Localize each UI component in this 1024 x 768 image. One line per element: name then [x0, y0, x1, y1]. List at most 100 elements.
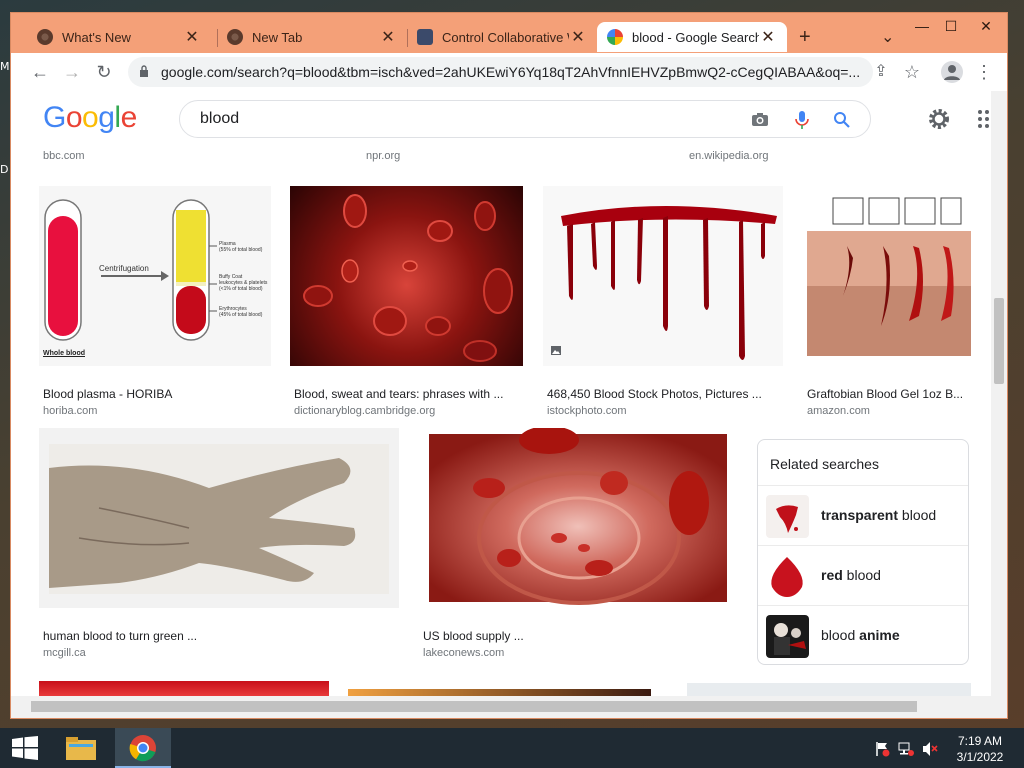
- clock-time: 7:19 AM: [957, 734, 1003, 748]
- result-source[interactable]: horiba.com: [43, 405, 97, 417]
- result-title[interactable]: human blood to turn green ...: [43, 629, 197, 643]
- search-box[interactable]: blood: [179, 100, 871, 138]
- tab-new-tab[interactable]: New Tab ✕: [217, 22, 407, 52]
- logo-letter: o: [82, 101, 99, 134]
- related-search-red-blood[interactable]: red blood: [758, 545, 968, 605]
- chrome-taskbar-button[interactable]: [115, 728, 171, 768]
- minimize-button[interactable]: —: [907, 15, 937, 37]
- windows-logo-icon: [12, 736, 38, 760]
- settings-gear-icon[interactable]: [927, 107, 951, 131]
- tab-close-icon[interactable]: ✕: [759, 27, 777, 47]
- back-button[interactable]: ←: [29, 61, 51, 83]
- image-result-dripping-blood[interactable]: [543, 186, 783, 366]
- result-source[interactable]: en.wikipedia.org: [689, 150, 769, 162]
- tab-control-collaborative[interactable]: Control Collaborative W ✕: [407, 22, 597, 52]
- result-source[interactable]: dictionaryblog.cambridge.org: [294, 405, 435, 417]
- result-title[interactable]: US blood supply ...: [423, 629, 524, 643]
- search-icon[interactable]: [832, 110, 852, 130]
- related-thumbnail: [766, 555, 809, 598]
- erythrocytes-label: Erythrocytes (45% of total blood): [219, 306, 263, 318]
- maximize-button[interactable]: ☐: [936, 15, 966, 37]
- bookmark-star-icon[interactable]: ☆: [902, 62, 922, 82]
- scroll-thumb[interactable]: [31, 701, 917, 712]
- tab-close-icon[interactable]: ✕: [379, 27, 397, 47]
- image-result-blood-supply[interactable]: [419, 428, 739, 608]
- tab-close-icon[interactable]: ✕: [183, 27, 201, 47]
- result-source[interactable]: bbc.com: [43, 150, 85, 162]
- result-title[interactable]: 468,450 Blood Stock Photos, Pictures ...: [547, 387, 762, 401]
- share-icon[interactable]: ⇪: [871, 62, 891, 82]
- google-header: Google blood: [11, 91, 991, 149]
- result-source[interactable]: mcgill.ca: [43, 647, 86, 659]
- folder-icon: [66, 737, 96, 760]
- related-thumbnail: [766, 615, 809, 658]
- horizontal-scrollbar[interactable]: [11, 696, 1007, 718]
- image-result-partial[interactable]: [348, 689, 651, 696]
- related-searches-panel: Related searches transparent blood red b…: [757, 439, 969, 665]
- system-clock[interactable]: 7:19 AM 3/1/2022: [940, 733, 1020, 765]
- lock-icon: [140, 65, 148, 77]
- logo-letter: o: [65, 101, 83, 134]
- chrome-icon: [129, 735, 156, 762]
- windows-taskbar: 7:19 AM 3/1/2022: [0, 728, 1024, 768]
- result-source[interactable]: lakeconews.com: [423, 647, 504, 659]
- reload-button[interactable]: ↻: [93, 61, 115, 83]
- tab-whats-new[interactable]: What's New ✕: [27, 22, 211, 52]
- result-title[interactable]: Blood, sweat and tears: phrases with ...: [294, 387, 503, 401]
- chevron-down-icon: ⌄: [881, 29, 895, 46]
- whole-blood-label: Whole blood: [43, 350, 85, 357]
- related-thumbnail: [766, 495, 809, 538]
- tab-blood-search[interactable]: blood - Google Search ✕: [597, 22, 787, 52]
- image-result-partial[interactable]: [39, 681, 329, 696]
- new-tab-button[interactable]: +: [793, 22, 823, 52]
- image-result-partial[interactable]: [687, 683, 971, 696]
- chrome-menu-button[interactable]: ⋮: [974, 62, 994, 82]
- result-source[interactable]: npr.org: [366, 150, 400, 162]
- camera-icon[interactable]: [750, 110, 770, 130]
- result-source[interactable]: istockphoto.com: [547, 405, 626, 417]
- close-window-button[interactable]: ✕: [971, 15, 1001, 37]
- image-result-green-hand[interactable]: [39, 428, 399, 608]
- search-query[interactable]: blood: [200, 110, 239, 128]
- related-search-label: red blood: [821, 567, 881, 583]
- volume-muted-icon[interactable]: [922, 741, 938, 757]
- forward-button[interactable]: →: [61, 61, 83, 83]
- tab-label: New Tab: [252, 29, 303, 45]
- file-explorer-button[interactable]: [58, 728, 104, 768]
- scroll-thumb[interactable]: [994, 298, 1004, 384]
- related-search-blood-anime[interactable]: blood anime: [758, 605, 968, 665]
- red-blood-cells-image: [303, 194, 513, 362]
- apps-grid-icon[interactable]: [977, 109, 991, 129]
- image-result-horiba[interactable]: Centrifugation Whole blood Plasma (55% of…: [39, 186, 271, 366]
- image-result-red-cells[interactable]: [290, 186, 523, 366]
- tab-strip: What's New ✕ New Tab ✕ Control Collabora…: [11, 13, 1007, 53]
- tab-close-icon[interactable]: ✕: [569, 27, 587, 47]
- profile-avatar[interactable]: [941, 61, 963, 83]
- google-images-page: Google blood bbc.com npr.org en.wikipedi…: [11, 91, 991, 696]
- related-search-label: blood anime: [821, 627, 900, 643]
- network-icon[interactable]: [898, 741, 914, 757]
- logo-letter: G: [43, 101, 66, 134]
- tab-search-button[interactable]: ⌄: [873, 22, 903, 52]
- result-source[interactable]: amazon.com: [807, 405, 870, 417]
- tab-label: blood - Google Search: [632, 29, 759, 45]
- image-badge-icon: [551, 346, 561, 355]
- related-search-transparent-blood[interactable]: transparent blood: [758, 485, 968, 545]
- browser-window: What's New ✕ New Tab ✕ Control Collabora…: [10, 12, 1008, 719]
- action-center-flag-icon[interactable]: [874, 741, 890, 757]
- related-search-label: transparent blood: [821, 507, 937, 523]
- centrifugation-label: Centrifugation: [99, 264, 149, 273]
- image-result-blood-gel[interactable]: [803, 186, 971, 366]
- hand-image: [49, 444, 389, 594]
- result-title[interactable]: Blood plasma - HORIBA: [43, 387, 172, 401]
- related-searches-heading: Related searches: [770, 456, 879, 472]
- start-button[interactable]: [0, 728, 50, 768]
- address-bar[interactable]: google.com/search?q=blood&tbm=isch&ved=2…: [128, 57, 873, 87]
- blood-gel-arm-image: [807, 197, 971, 356]
- result-title[interactable]: Graftobian Blood Gel 1oz B...: [807, 387, 975, 401]
- browser-toolbar: ← → ↻ google.com/search?q=blood&tbm=isch…: [11, 53, 1007, 91]
- microphone-icon[interactable]: [792, 110, 812, 130]
- vertical-scrollbar[interactable]: [991, 91, 1007, 696]
- google-logo[interactable]: Google: [43, 101, 137, 135]
- plus-icon: +: [799, 25, 811, 48]
